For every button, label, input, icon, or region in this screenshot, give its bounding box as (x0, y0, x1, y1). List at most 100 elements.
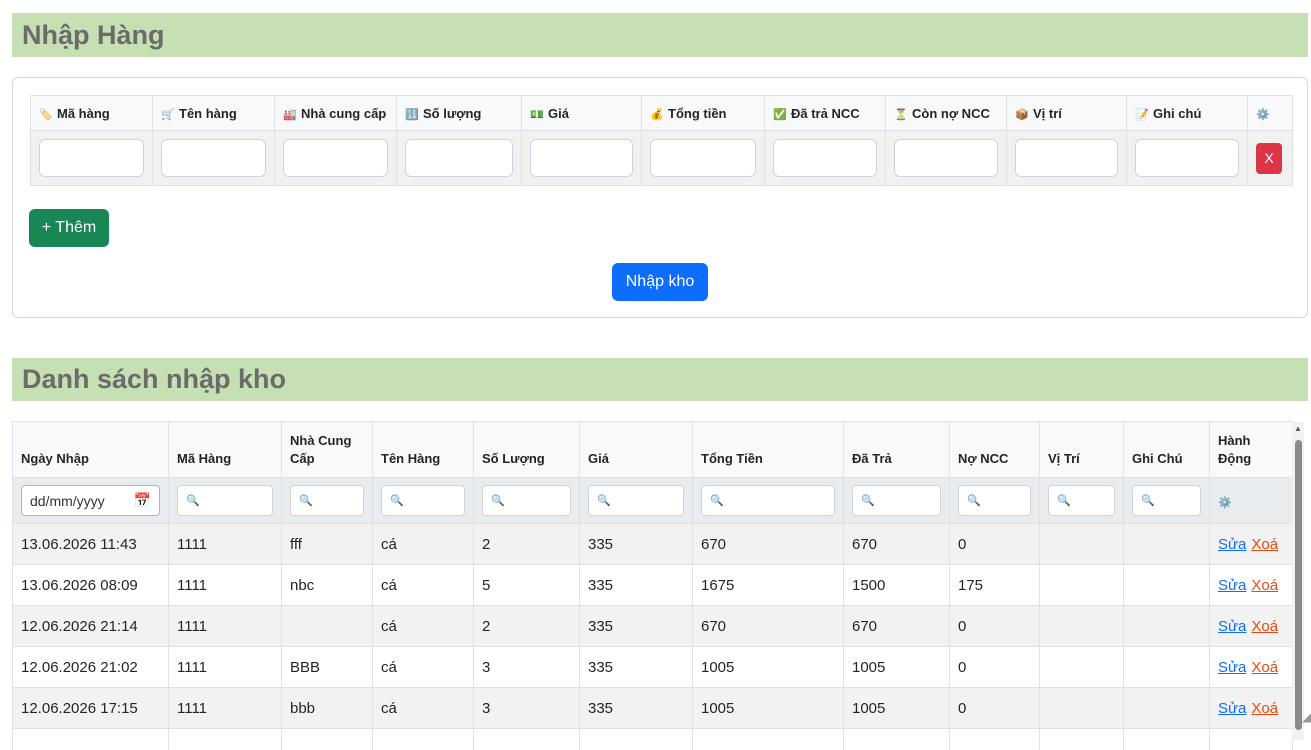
edit-link[interactable]: Sửa (1218, 700, 1246, 717)
list-body: 13.06.2026 11:43 1111 fff cá 2 335 670 670 0 Sửa X… (12, 523, 1293, 750)
table-row (12, 728, 1293, 750)
table-cell: 175 (949, 564, 1040, 606)
table-cell: 5 (473, 564, 580, 606)
add-row-button[interactable]: + Thêm (29, 209, 109, 247)
column-icon: 💵 (530, 108, 544, 121)
date-placeholder: dd/mm/yyyy (30, 492, 105, 509)
scroll-up-arrow-icon[interactable]: ▲ (1294, 424, 1302, 433)
column-label: Tổng tiền (668, 105, 727, 121)
table-cell: cá (372, 646, 474, 688)
import-input-cell (30, 130, 153, 186)
column-label: Vị trí (1033, 105, 1062, 121)
table-cell: fff (281, 523, 373, 565)
table-cell (843, 728, 950, 750)
date-filter-input[interactable]: dd/mm/yyyy 📅 (21, 485, 160, 516)
import-field-input[interactable] (405, 139, 513, 177)
table-cell: 335 (579, 605, 693, 647)
column-search-input[interactable]: 🔍 (381, 485, 465, 516)
table-cell (1123, 646, 1210, 688)
table-cell: 670 (843, 523, 950, 565)
scrollbar-thumb[interactable] (1295, 440, 1302, 730)
search-icon: 🔍 (1141, 495, 1155, 507)
table-cell (1039, 564, 1124, 606)
import-field-input[interactable] (1135, 139, 1239, 177)
edit-link[interactable]: Sửa (1218, 659, 1246, 676)
edit-link[interactable]: Sửa (1218, 536, 1246, 553)
action-cell: Sửa Xoá (1209, 687, 1293, 729)
delete-link[interactable]: Xoá (1251, 700, 1278, 717)
column-search-input[interactable]: 🔍 (1048, 485, 1115, 516)
table-cell (1039, 605, 1124, 647)
column-search-input[interactable]: 🔍 (701, 485, 835, 516)
table-cell: 2 (473, 523, 580, 565)
column-search-input[interactable]: 🔍 (852, 485, 941, 516)
import-col-header: 💰 Tổng tiền (641, 95, 765, 131)
edit-link[interactable]: Sửa (1218, 618, 1246, 635)
table-cell (1123, 605, 1210, 647)
list-col-header[interactable]: Tổng Tiền (692, 421, 844, 478)
table-cell: 1005 (843, 687, 950, 729)
import-input-cell (152, 130, 275, 186)
list-col-header[interactable]: Nợ NCC (949, 421, 1040, 478)
list-col-header[interactable]: Giá (579, 421, 693, 478)
submit-import-button[interactable]: Nhập kho (612, 263, 708, 301)
list-col-header[interactable]: Mã Hàng (168, 421, 282, 478)
column-search-input[interactable]: 🔍 (482, 485, 571, 516)
table-row: 13.06.2026 11:43 1111 fff cá 2 335 670 670 0 Sửa X… (12, 523, 1293, 565)
list-col-header[interactable]: Hành Động (1209, 421, 1293, 478)
resize-grip-icon: ◢ (1302, 710, 1311, 724)
import-field-input[interactable] (39, 139, 144, 177)
list-col-header[interactable]: Đã Trả (843, 421, 950, 478)
delete-link[interactable]: Xoá (1251, 659, 1278, 676)
import-field-input[interactable] (161, 139, 266, 177)
search-icon: 🔍 (491, 495, 505, 507)
delete-link[interactable]: Xoá (1251, 536, 1278, 553)
import-input-row: X (30, 130, 1293, 186)
list-col-header[interactable]: Tên Hàng (372, 421, 474, 478)
list-col-header[interactable]: Số Lượng (473, 421, 580, 478)
search-icon: 🔍 (1057, 495, 1071, 507)
table-cell (1123, 564, 1210, 606)
import-field-input[interactable] (650, 139, 756, 177)
column-search-input[interactable]: 🔍 (1132, 485, 1201, 516)
column-icon: 🏭 (283, 108, 297, 121)
filter-cell: 🔍 (1123, 477, 1210, 524)
table-cell: 2 (473, 605, 580, 647)
column-icon: 🏷️ (39, 108, 53, 121)
import-field-input[interactable] (283, 139, 388, 177)
filter-cell: ⚙️ (1209, 477, 1293, 524)
import-input-cell (274, 130, 397, 186)
list-col-header[interactable]: Ghi Chú (1123, 421, 1210, 478)
import-field-input[interactable] (773, 139, 877, 177)
action-cell: Sửa Xoá (1209, 523, 1293, 565)
table-cell (1039, 728, 1124, 750)
edit-link[interactable]: Sửa (1218, 577, 1246, 594)
import-field-input[interactable] (530, 139, 633, 177)
delete-row-button[interactable]: X (1256, 142, 1282, 174)
import-section-title: Nhập Hàng (12, 13, 1308, 57)
import-field-input[interactable] (1015, 139, 1118, 177)
gear-icon: ⚙️ (1256, 108, 1270, 121)
list-col-header[interactable]: Vị Trí (1039, 421, 1124, 478)
column-search-input[interactable]: 🔍 (290, 485, 364, 516)
table-cell: 0 (949, 646, 1040, 688)
table-cell: 335 (579, 646, 693, 688)
column-search-input[interactable]: 🔍 (958, 485, 1031, 516)
import-input-cell (1006, 130, 1127, 186)
calendar-icon[interactable]: 📅 (134, 492, 151, 509)
import-field-input[interactable] (894, 139, 998, 177)
list-scrollbar[interactable]: ▲ (1292, 422, 1304, 740)
column-search-input[interactable]: 🔍 (588, 485, 684, 516)
search-icon: 🔍 (967, 495, 981, 507)
column-search-input[interactable]: 🔍 (177, 485, 273, 516)
delete-link[interactable]: Xoá (1251, 618, 1278, 635)
table-cell: 12.06.2026 17:15 (12, 687, 169, 729)
import-col-header: 🏭 Nhà cung cấp (274, 95, 397, 131)
list-col-header[interactable]: Nhà Cung Cấp (281, 421, 373, 478)
delete-row-cell: X (1247, 130, 1293, 186)
search-icon: 🔍 (597, 495, 611, 507)
delete-link[interactable]: Xoá (1251, 577, 1278, 594)
list-filter-row: dd/mm/yyyy 📅 🔍 🔍 🔍 🔍 🔍 🔍 🔍 🔍 🔍 🔍 ⚙️ (12, 477, 1293, 524)
list-col-header[interactable]: Ngày Nhập (12, 421, 169, 478)
import-input-cell (885, 130, 1007, 186)
